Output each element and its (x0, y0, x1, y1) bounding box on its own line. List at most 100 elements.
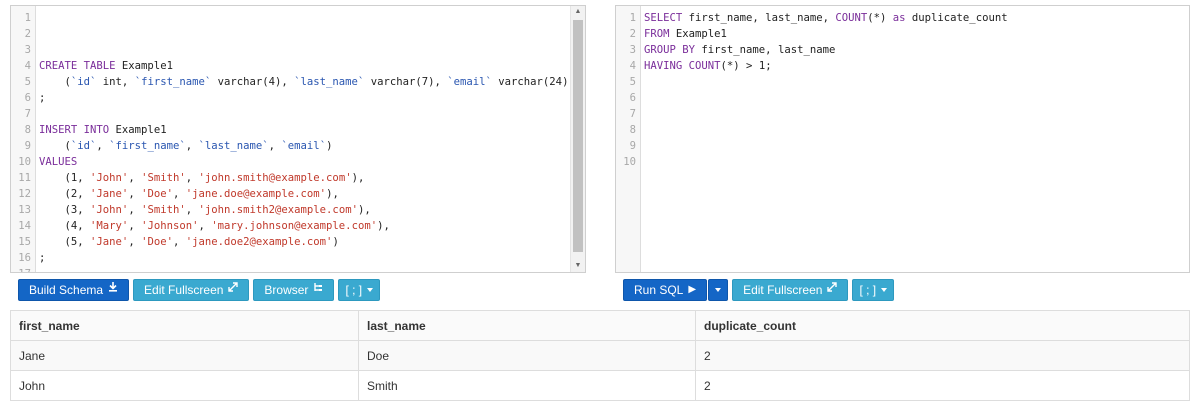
code-token: 'Jane' (90, 236, 129, 248)
code-line[interactable]: 4 HAVING COUNT(*) > 1; (616, 58, 1189, 74)
code-line[interactable]: 16; (11, 250, 570, 266)
query-delimiter-dropdown[interactable]: [ ; ] (852, 279, 895, 301)
code-token: `first_name` (134, 76, 212, 88)
line-number: 2 (629, 28, 636, 40)
code-token: `email` (447, 76, 492, 88)
line-number: 6 (24, 92, 31, 104)
query-code[interactable]: 1 SELECT first_name, last_name, COUNT(*) … (616, 10, 1189, 170)
results-header-row: first_name last_name duplicate_count (10, 310, 1190, 341)
code-token: , (198, 220, 212, 232)
scroll-thumb[interactable] (573, 20, 583, 252)
query-toolbar: Run SQL ▶ Edit Fullscreen [ ; ] (623, 279, 895, 301)
code-token: `first_name` (109, 140, 186, 152)
code-token: (4, (39, 220, 91, 232)
build-schema-label: Build Schema (29, 283, 104, 297)
code-line[interactable]: 8 INSERT INTO Example1 (11, 122, 570, 138)
code-token: (*) (867, 12, 893, 24)
code-line[interactable]: 11 (1, 'John', 'Smith', 'john.smith@exam… (11, 170, 570, 186)
code-token: Example1 (115, 124, 167, 136)
run-sql-label: Run SQL (634, 283, 684, 297)
query-editor[interactable]: 1 SELECT first_name, last_name, COUNT(*) … (615, 5, 1190, 273)
tree-icon (313, 279, 323, 301)
code-line[interactable]: 10 (616, 154, 1189, 170)
code-token: `last_name` (198, 140, 269, 152)
code-line[interactable]: 12 (2, 'Jane', 'Doe', 'jane.doe@example.… (11, 186, 570, 202)
code-line[interactable]: 9 (`id`, `first_name`, `last_name`, `ema… (11, 138, 570, 154)
code-token: ; (39, 252, 46, 264)
code-token: , (96, 140, 110, 152)
code-line[interactable]: 3 (11, 42, 570, 58)
scroll-up-arrow-icon[interactable]: ▲ (571, 6, 585, 18)
code-line[interactable]: 13 (3, 'John', 'Smith', 'john.smith2@exa… (11, 202, 570, 218)
code-token: (*) > 1; (720, 60, 772, 72)
build-schema-button[interactable]: Build Schema (18, 279, 130, 301)
code-token: Example1 (121, 60, 173, 72)
code-token: (3, (39, 204, 91, 216)
code-token: varchar(7), (364, 76, 448, 88)
table-cell: Jane (10, 340, 359, 371)
code-token: HAVING (644, 60, 689, 72)
code-line[interactable]: 9 (616, 138, 1189, 154)
code-line[interactable]: 7 (616, 106, 1189, 122)
code-line[interactable]: 5 (`id` int, `first_name` varchar(4), `l… (11, 74, 575, 90)
code-token: FROM (644, 28, 676, 40)
caret-down-icon (367, 288, 374, 292)
code-token: (1, (39, 172, 91, 184)
line-number: 4 (24, 60, 31, 72)
query-edit-fullscreen-button[interactable]: Edit Fullscreen (732, 279, 849, 301)
line-number: 3 (629, 44, 636, 56)
code-line[interactable]: 15 (5, 'Jane', 'Doe', 'jane.doe2@example… (11, 234, 570, 250)
code-token: , (128, 172, 142, 184)
schema-code[interactable]: 1 2 3 4 CREATE TABLE Example1 5 (`id` int, `f… (11, 10, 575, 272)
column-header: last_name (358, 310, 696, 341)
code-line[interactable]: 10 VALUES (11, 154, 570, 170)
code-line[interactable]: 3 GROUP BY first_name, last_name (616, 42, 1189, 58)
code-line[interactable]: 7 (11, 106, 570, 122)
code-token: ) (332, 236, 339, 248)
code-token: int, (96, 76, 135, 88)
table-row: Jane Doe 2 (10, 340, 1190, 371)
code-line[interactable]: 1 (11, 10, 570, 26)
code-token: 'Doe' (141, 188, 173, 200)
code-token: , (185, 204, 199, 216)
code-line[interactable]: 6; (11, 90, 570, 106)
code-line[interactable]: 6 (616, 90, 1189, 106)
code-token: 'Smith' (141, 204, 186, 216)
code-line[interactable]: 4 CREATE TABLE Example1 (11, 58, 570, 74)
table-cell: Doe (358, 340, 696, 371)
code-line[interactable]: 5 (616, 74, 1189, 90)
line-number: 13 (18, 204, 31, 216)
code-line[interactable]: 2 FROM Example1 (616, 26, 1189, 42)
code-line[interactable]: 1 SELECT first_name, last_name, COUNT(*) … (616, 10, 1189, 26)
column-header: duplicate_count (695, 310, 1190, 341)
code-token: ), (377, 220, 390, 232)
code-token: , (185, 140, 199, 152)
code-token: INSERT INTO (39, 124, 116, 136)
line-number: 14 (18, 220, 31, 232)
code-token: ( (39, 140, 71, 152)
line-number: 15 (18, 236, 31, 248)
code-token: ), (357, 204, 371, 216)
code-token: , (128, 236, 142, 248)
code-line[interactable]: 17 (11, 266, 570, 272)
scroll-down-arrow-icon[interactable]: ▼ (571, 260, 585, 272)
browser-button[interactable]: Browser (253, 279, 335, 301)
schema-scrollbar[interactable]: ▲ ▼ (570, 6, 585, 272)
schema-editor[interactable]: 1 2 3 4 CREATE TABLE Example1 5 (`id` int, `f… (10, 5, 586, 273)
code-token: 'jane.doe@example.com' (185, 188, 327, 200)
column-header: first_name (10, 310, 359, 341)
code-line[interactable]: 14 (4, 'Mary', 'Johnson', 'mary.johnson@… (11, 218, 570, 234)
run-sql-dropdown-toggle[interactable] (708, 279, 729, 301)
schema-delimiter-dropdown[interactable]: [ ; ] (338, 279, 381, 301)
table-cell: Smith (358, 370, 696, 401)
schema-edit-fullscreen-button[interactable]: Edit Fullscreen (133, 279, 250, 301)
code-token: 'john.smith2@example.com' (198, 204, 358, 216)
code-token: 'John' (90, 172, 129, 184)
code-line[interactable]: 2 (11, 26, 570, 42)
code-token: duplicate_count (905, 12, 1008, 24)
code-token: , (172, 236, 186, 248)
line-number: 1 (24, 12, 31, 24)
code-line[interactable]: 8 (616, 122, 1189, 138)
run-sql-button[interactable]: Run SQL ▶ (623, 279, 708, 301)
code-token: ), (326, 188, 339, 200)
